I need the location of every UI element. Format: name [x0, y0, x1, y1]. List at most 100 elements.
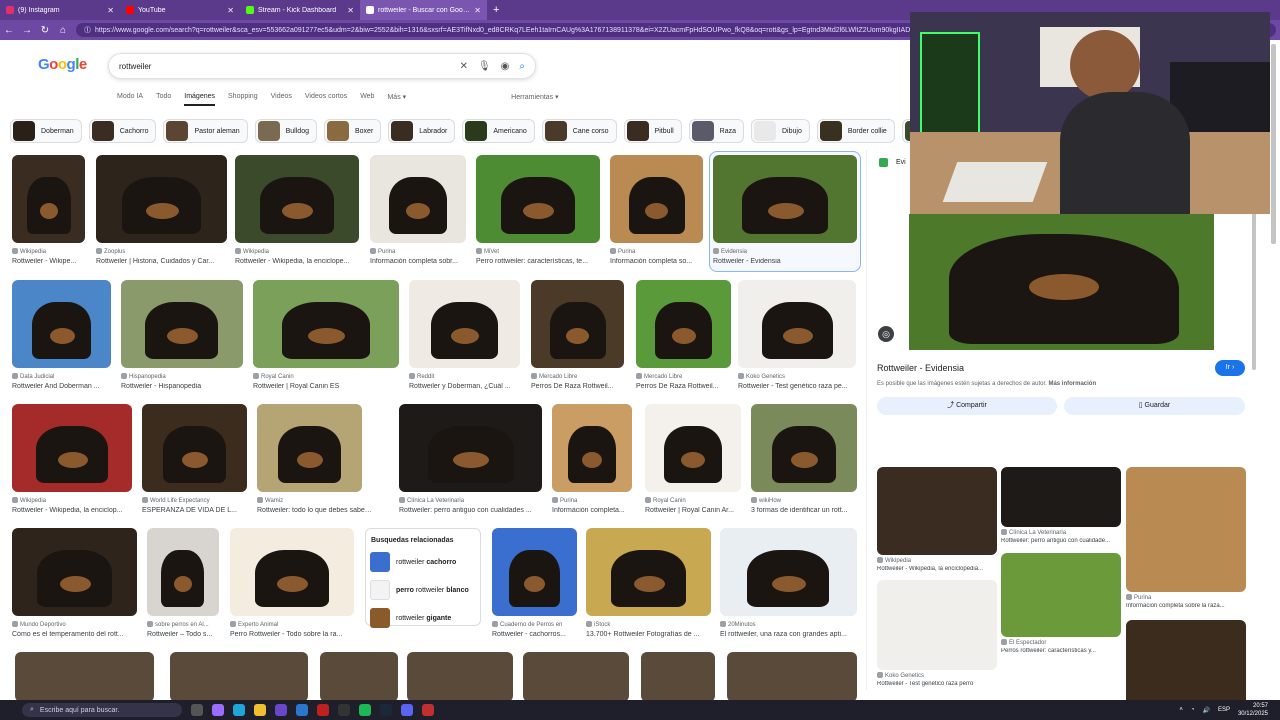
result-caption[interactable]: Información completa sobr... [370, 258, 476, 265]
stream-app-icon[interactable] [317, 704, 329, 716]
related-thumbnail[interactable] [877, 467, 997, 555]
result-thumbnail[interactable] [476, 155, 600, 243]
edge-icon[interactable] [233, 704, 245, 716]
result-thumbnail[interactable] [15, 652, 154, 700]
result-thumbnail[interactable] [552, 404, 632, 492]
related-item[interactable]: rottweiler cachorro [366, 548, 480, 576]
discord-icon[interactable] [401, 704, 413, 716]
result-thumbnail[interactable] [12, 404, 132, 492]
browser-icon[interactable] [275, 704, 287, 716]
result-caption[interactable]: Rottweiler | Historia, Cuidados y Car... [96, 258, 237, 265]
result-caption[interactable]: Rottweiler: perro antiguo con cualidades… [399, 507, 552, 514]
filter-chip[interactable]: Pitbull [623, 119, 682, 143]
related-caption[interactable]: Rottweiler: perro antiguo con cualidade.… [1001, 538, 1121, 544]
result-caption[interactable]: 13.700+ Rottweiler Fotografías de ... [586, 631, 721, 638]
result-caption[interactable]: Perro rottweiler: características, te... [476, 258, 610, 265]
result-caption[interactable]: Rottweiler - cachorros... [492, 631, 587, 638]
result-thumbnail[interactable] [147, 528, 219, 616]
result-thumbnail[interactable] [586, 528, 711, 616]
result-thumbnail[interactable] [121, 280, 243, 368]
network-icon[interactable]: ◔ [1191, 707, 1195, 713]
nav-web[interactable]: Web [360, 93, 374, 106]
reload-icon[interactable]: ↻ [40, 25, 50, 36]
filter-chip[interactable]: Cachorro [88, 119, 157, 143]
language-indicator[interactable]: ESP [1218, 707, 1230, 713]
copilot-icon[interactable] [212, 704, 224, 716]
related-caption[interactable]: Rottweiler - Wikipedia, la enciclopedia.… [877, 566, 997, 572]
result-caption[interactable]: Rottweiler - Test genético raza pe... [738, 383, 866, 390]
result-thumbnail[interactable] [96, 155, 227, 243]
close-icon[interactable]: ✕ [227, 6, 234, 15]
related-caption[interactable]: Perros rottweiler: características y... [1001, 648, 1121, 654]
result-caption[interactable]: Rottweiler | Royal Canin ES [253, 383, 409, 390]
nav-modo-ia[interactable]: Modo IA [117, 93, 143, 106]
result-thumbnail[interactable] [407, 652, 513, 700]
result-thumbnail[interactable] [531, 280, 624, 368]
clock[interactable]: 20:57 30/12/2025 [1238, 702, 1268, 718]
result-caption[interactable]: Información completa so... [610, 258, 713, 265]
result-caption[interactable]: El rottweiler, una raza con grandes apti… [720, 631, 867, 638]
result-thumbnail[interactable] [257, 404, 362, 492]
result-thumbnail[interactable] [713, 155, 857, 243]
tools-button[interactable]: Herramientas ▾ [511, 93, 558, 106]
filter-chip[interactable]: Boxer [323, 119, 382, 143]
task-view-icon[interactable] [191, 704, 203, 716]
related-thumbnail[interactable] [1126, 620, 1246, 700]
result-thumbnail[interactable] [720, 528, 857, 616]
steam-icon[interactable] [380, 704, 392, 716]
result-thumbnail[interactable] [738, 280, 856, 368]
result-caption[interactable]: Rottweiler - Wikipe... [12, 258, 95, 265]
filter-chip[interactable]: Bulldog [254, 119, 317, 143]
search-input[interactable]: rottweiler [119, 62, 450, 71]
result-thumbnail[interactable] [12, 528, 137, 616]
nav-videos[interactable]: Videos [271, 93, 292, 106]
home-icon[interactable]: ⌂ [58, 25, 68, 36]
result-caption[interactable]: Perros De Raza Rottweil... [531, 383, 634, 390]
clear-icon[interactable]: ✕ [460, 61, 468, 72]
result-thumbnail[interactable] [253, 280, 399, 368]
tab-kick[interactable]: Stream - Kick Dashboard ✕ [240, 0, 360, 20]
close-icon[interactable]: ✕ [347, 6, 354, 15]
visit-button[interactable]: Ir › [1215, 360, 1245, 376]
forward-icon[interactable]: → [22, 25, 32, 36]
result-thumbnail[interactable] [320, 652, 398, 700]
result-thumbnail[interactable] [409, 280, 520, 368]
result-thumbnail[interactable] [235, 155, 359, 243]
result-caption[interactable]: Cómo es el temperamento del rott... [12, 631, 147, 638]
result-thumbnail[interactable] [523, 652, 629, 700]
related-thumbnail[interactable] [1126, 467, 1246, 592]
result-caption[interactable]: Perros De Raza Rottweil... [636, 383, 741, 390]
result-caption[interactable]: Rottweiler - Wikipedia, la enciclope... [235, 258, 369, 265]
camera-icon[interactable]: ◉ [501, 61, 510, 72]
related-thumbnail[interactable] [1001, 467, 1121, 527]
result-caption[interactable]: Rottweiler – Todo s... [147, 631, 229, 638]
search-icon[interactable]: ⌕ [519, 61, 525, 72]
share-button[interactable]: ⤴ Compartir [877, 397, 1057, 415]
search-box[interactable]: rottweiler ✕ 🎙 ◉ ⌕ [108, 53, 536, 79]
related-caption[interactable]: Rottweiler - Test genético raza perro [877, 681, 997, 687]
filter-chip[interactable]: Dibujo [751, 119, 810, 143]
site-info-icon[interactable]: ⓵ [84, 25, 91, 35]
chevron-up-icon[interactable]: ˄ [1179, 707, 1183, 713]
result-thumbnail[interactable] [751, 404, 857, 492]
taskbar-search[interactable]: ⌕ Escribe aquí para buscar. [22, 703, 182, 717]
related-caption[interactable]: Información completa sobre la raza... [1126, 603, 1246, 609]
nav-imagenes[interactable]: Imágenes [184, 93, 216, 106]
filter-chip[interactable]: Labrador [388, 119, 456, 143]
tab-youtube[interactable]: YouTube ✕ [120, 0, 240, 20]
close-icon[interactable]: ✕ [474, 6, 481, 15]
result-thumbnail[interactable] [641, 652, 715, 700]
result-thumbnail[interactable] [399, 404, 542, 492]
result-caption[interactable]: Rottweiler - Hispanopedia [121, 383, 253, 390]
result-caption[interactable]: Rottweiler y Doberman, ¿Cuál ... [409, 383, 530, 390]
preview-source[interactable]: Evi [879, 158, 906, 167]
result-caption[interactable]: Rottweiler - Wikipedia, la enciclop... [12, 507, 142, 514]
related-thumbnail[interactable] [877, 580, 997, 670]
result-thumbnail[interactable] [170, 652, 308, 700]
lens-icon[interactable]: ◎ [878, 326, 894, 342]
nav-videos-cortos[interactable]: Videos cortos [305, 93, 347, 106]
page-scrollbar[interactable] [1271, 44, 1276, 244]
result-caption[interactable]: Rottweiler And Doberman ... [12, 383, 121, 390]
save-button[interactable]: ▯ Guardar [1064, 397, 1245, 415]
filter-chip[interactable]: Doberman [10, 119, 82, 143]
